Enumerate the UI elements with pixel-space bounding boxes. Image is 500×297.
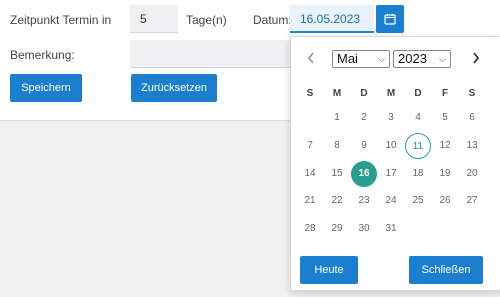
day-cell[interactable]: 6 — [459, 105, 485, 131]
chevron-down-icon: ⌵ — [439, 54, 446, 64]
day-cell[interactable]: 21 — [297, 188, 323, 214]
day-cell[interactable]: 1 — [324, 105, 350, 131]
day-cell[interactable]: 23 — [351, 188, 377, 214]
day-cell[interactable]: 14 — [297, 161, 323, 187]
day-cell[interactable]: 7 — [297, 133, 323, 159]
day-cell[interactable]: 24 — [378, 188, 404, 214]
date-input[interactable]: 16.05.2023 — [290, 5, 374, 33]
day-cell[interactable]: 13 — [459, 133, 485, 159]
day-cell[interactable]: 27 — [459, 188, 485, 214]
prev-month-button[interactable] — [303, 49, 319, 67]
termin-days-input[interactable]: 5 — [130, 5, 178, 33]
day-cell[interactable]: 18 — [405, 161, 431, 187]
weekday-label: D — [414, 88, 422, 99]
day-cell[interactable]: 30 — [351, 216, 377, 242]
day-cell-selected[interactable]: 16 — [351, 161, 377, 187]
weekday-label: S — [306, 88, 314, 99]
remark-label: Bemerkung: — [10, 48, 75, 62]
next-month-button[interactable] — [468, 49, 484, 67]
remark-input[interactable] — [130, 40, 290, 68]
year-select-value: 2023 — [398, 51, 427, 66]
day-cell[interactable]: 8 — [324, 133, 350, 159]
day-cell[interactable]: 20 — [459, 161, 485, 187]
weekday-label: M — [332, 88, 342, 99]
datepicker-popup: Mai ⌵ 2023 ⌵ SMDMDFS 1 2 3 4 5 6 7 8 9 10 11 12 13 14… — [290, 36, 500, 291]
day-cell[interactable]: 28 — [297, 216, 323, 242]
day-cell[interactable]: 9 — [351, 133, 377, 159]
month-select-value: Mai — [337, 51, 358, 66]
calendar-button[interactable] — [376, 5, 404, 33]
weekday-label: M — [386, 88, 396, 99]
day-cell[interactable]: 25 — [405, 188, 431, 214]
weekday-label: S — [468, 88, 476, 99]
day-cell[interactable]: 17 — [378, 161, 404, 187]
weekday-label: D — [360, 88, 368, 99]
day-cell[interactable]: 12 — [432, 133, 458, 159]
day-cell[interactable]: 31 — [378, 216, 404, 242]
day-cell[interactable]: 2 — [351, 105, 377, 131]
chevron-right-icon — [473, 52, 480, 64]
weekday-label: F — [441, 88, 449, 99]
day-cell[interactable]: 26 — [432, 188, 458, 214]
day-cell[interactable]: 29 — [324, 216, 350, 242]
today-button[interactable]: Heute — [300, 256, 358, 284]
save-button[interactable]: Speichern — [10, 74, 82, 102]
close-button[interactable]: Schließen — [409, 256, 483, 284]
chevron-down-icon: ⌵ — [378, 54, 385, 64]
day-cell[interactable]: 5 — [432, 105, 458, 131]
day-cell[interactable]: 19 — [432, 161, 458, 187]
month-select[interactable]: Mai ⌵ — [332, 50, 390, 68]
reset-button[interactable]: Zurücksetzen — [131, 74, 217, 102]
unit-label: Tage(n) — [186, 13, 227, 27]
calendar-icon — [384, 13, 396, 25]
day-cell[interactable]: 15 — [324, 161, 350, 187]
date-label: Datum: — [253, 13, 292, 27]
termin-label: Zeitpunkt Termin in — [10, 13, 112, 27]
day-cell[interactable]: 10 — [378, 133, 404, 159]
day-cell[interactable]: 22 — [324, 188, 350, 214]
chevron-left-icon — [307, 52, 314, 64]
year-select[interactable]: 2023 ⌵ — [393, 50, 451, 68]
day-cell[interactable]: 3 — [378, 105, 404, 131]
day-cell-today[interactable]: 11 — [405, 133, 431, 159]
day-cell[interactable]: 4 — [405, 105, 431, 131]
